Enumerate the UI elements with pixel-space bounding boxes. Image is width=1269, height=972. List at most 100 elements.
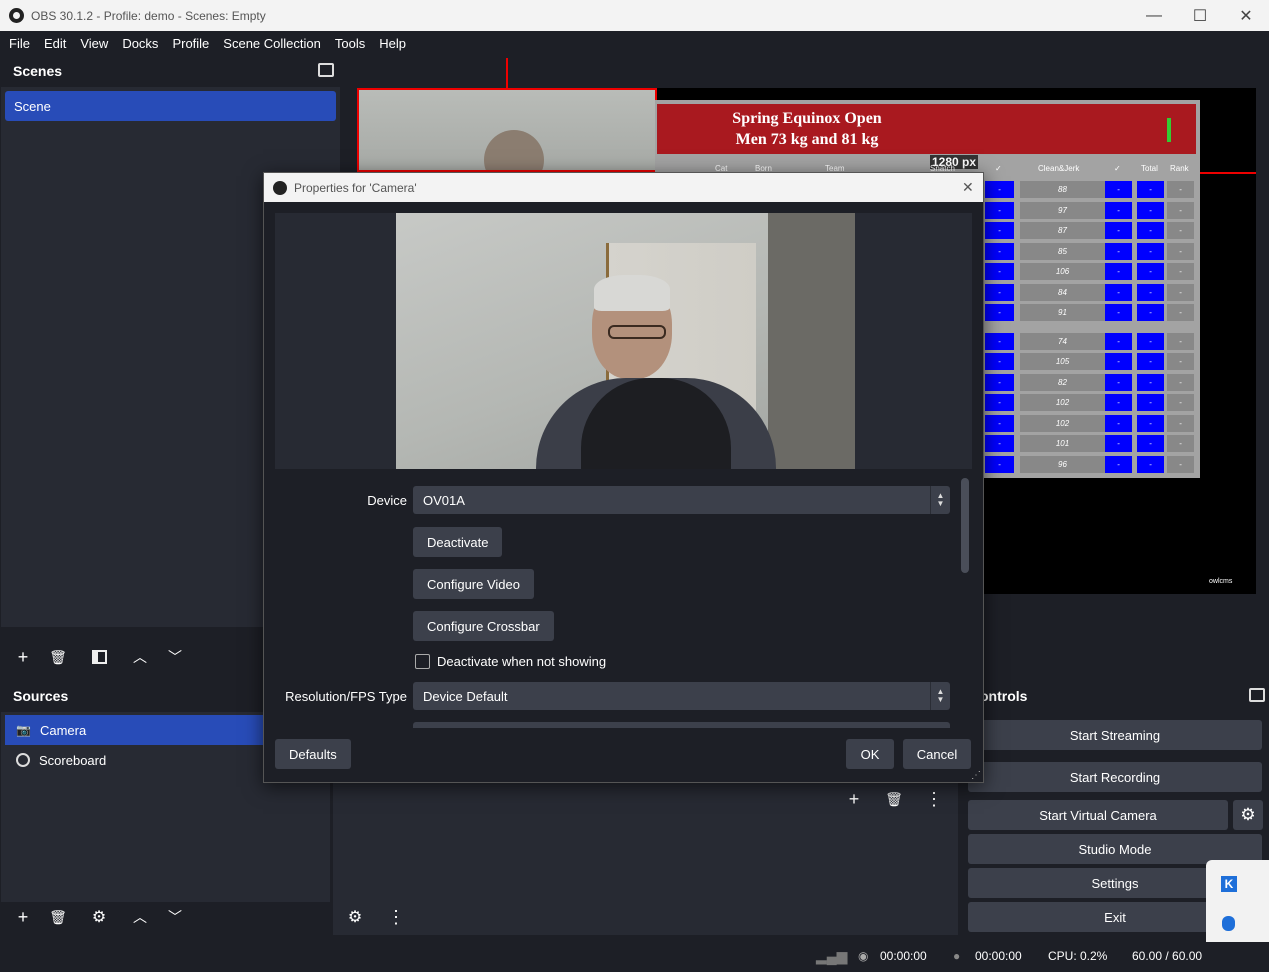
cj-check-cell: - — [1105, 394, 1132, 411]
deactivate-button[interactable]: Deactivate — [413, 527, 503, 557]
hdr-rank: Rank — [1170, 164, 1189, 173]
virtual-camera-settings-button[interactable]: ⚙ — [1233, 800, 1263, 830]
total-cell: - — [1137, 181, 1164, 198]
chevron-down-icon: ﹀ — [168, 909, 182, 925]
menu-tools[interactable]: Tools — [328, 36, 372, 51]
snatch-check-cell: - — [985, 435, 1014, 452]
add-transition-button[interactable]: + — [840, 786, 868, 812]
spin-arrows-icon: ▲ ▼ — [930, 682, 950, 710]
clean-jerk-cell: 102 — [1020, 414, 1105, 432]
cj-check-cell: - — [1105, 201, 1132, 219]
snatch-check-cell: - — [985, 332, 1014, 350]
ok-button[interactable]: OK — [846, 739, 894, 769]
menu-profile[interactable]: Profile — [165, 36, 216, 51]
bluetooth-icon[interactable] — [1222, 916, 1235, 931]
chevron-up-icon: ︿ — [133, 909, 147, 925]
add-scene-button[interactable]: + — [9, 644, 37, 670]
signal-icon: ▂▄▆ — [816, 947, 848, 964]
transition-menu-button[interactable]: ⋮ — [920, 786, 948, 812]
person-hair — [594, 275, 670, 311]
clean-jerk-cell: 84 — [1020, 283, 1105, 301]
configure-crossbar-button[interactable]: Configure Crossbar — [413, 611, 554, 641]
snatch-check-cell: - — [985, 263, 1014, 280]
clean-jerk-cell: 105 — [1020, 353, 1105, 370]
total-cell: - — [1137, 373, 1164, 391]
start-recording-button[interactable]: Start Recording — [968, 762, 1262, 792]
total-cell: - — [1137, 414, 1164, 432]
move-scene-down-button[interactable]: ﹀ — [161, 644, 189, 670]
deactivate-when-not-showing-label: Deactivate when not showing — [437, 654, 607, 669]
gears-icon: ⚙ — [347, 909, 363, 926]
menu-file[interactable]: File — [0, 36, 37, 51]
cj-check-cell: - — [1105, 242, 1132, 260]
minimize-button[interactable]: — — [1131, 0, 1177, 31]
total-cell: - — [1137, 242, 1164, 260]
scene-item[interactable]: Scene — [5, 91, 336, 121]
chevron-up-icon: ︿ — [133, 649, 147, 665]
resolution-value: Device Default — [423, 688, 508, 704]
trash-icon: 🗑 — [885, 790, 903, 807]
resolution-select[interactable]: Device Default ▲ ▼ — [413, 682, 950, 710]
clean-jerk-cell: 91 — [1020, 304, 1105, 321]
start-virtual-camera-button[interactable]: Start Virtual Camera — [968, 800, 1228, 830]
record-time: 00:00:00 — [975, 949, 1022, 963]
gear-icon: ⚙ — [91, 909, 107, 926]
move-source-up-button[interactable]: ︿ — [126, 904, 154, 930]
dialog-close-button[interactable]: ✕ — [962, 179, 974, 196]
menu-docks[interactable]: Docks — [115, 36, 165, 51]
total-cell: - — [1137, 222, 1164, 239]
rank-cell: - — [1167, 222, 1194, 239]
camera-preview-area — [275, 213, 972, 469]
menu-view[interactable]: View — [73, 36, 115, 51]
snatch-check-cell: - — [985, 455, 1014, 473]
move-scene-up-button[interactable]: ︿ — [126, 644, 154, 670]
clean-jerk-cell: 102 — [1020, 394, 1105, 411]
rank-cell: - — [1167, 283, 1194, 301]
snatch-check-cell: - — [985, 394, 1014, 411]
device-select[interactable]: OV01A ▲ ▼ — [413, 486, 950, 514]
stream-status-icon: ◉ — [858, 949, 869, 963]
scoreboard-title-2: Men 73 kg and 81 kg — [735, 131, 879, 148]
menu-help[interactable]: Help — [372, 36, 413, 51]
tray-app-icon[interactable]: K — [1221, 876, 1237, 892]
undock-icon[interactable] — [318, 63, 334, 77]
scoreboard-title-1: Spring Equinox Open — [732, 110, 882, 127]
deactivate-when-not-showing-checkbox[interactable] — [415, 654, 430, 669]
undock-icon[interactable] — [1249, 688, 1265, 702]
properties-scrollbar[interactable] — [961, 478, 969, 573]
add-source-button[interactable]: + — [9, 904, 37, 930]
source-properties-button[interactable]: ⚙ — [85, 904, 113, 930]
move-source-down-button[interactable]: ﹀ — [161, 904, 189, 930]
snatch-check-cell: - — [985, 283, 1014, 301]
resize-grip-icon[interactable]: ⋰ — [971, 770, 981, 781]
defaults-button[interactable]: Defaults — [275, 739, 351, 769]
configure-video-button[interactable]: Configure Video — [413, 569, 534, 599]
dialog-title: Properties for 'Camera' — [294, 180, 417, 195]
remove-transition-button[interactable]: 🗑 — [880, 786, 908, 812]
rank-cell: - — [1167, 394, 1194, 411]
cj-check-cell: - — [1105, 181, 1132, 198]
remove-scene-button[interactable]: 🗑 — [44, 644, 72, 670]
close-window-button[interactable]: ✕ — [1223, 0, 1269, 31]
hdr-check-1: ✓ — [995, 164, 1002, 173]
start-streaming-button[interactable]: Start Streaming — [968, 720, 1262, 750]
scenes-header: Scenes — [13, 63, 63, 79]
menu-scene-collection[interactable]: Scene Collection — [216, 36, 328, 51]
total-cell: - — [1137, 435, 1164, 452]
rank-cell: - — [1167, 181, 1194, 198]
mixer-menu-button[interactable]: ⋮ — [382, 904, 410, 930]
cj-check-cell: - — [1105, 304, 1132, 321]
menu-edit[interactable]: Edit — [37, 36, 73, 51]
mixer-settings-button[interactable]: ⚙ — [341, 904, 369, 930]
maximize-button[interactable]: ☐ — [1177, 0, 1223, 31]
rank-cell: - — [1167, 201, 1194, 219]
hdr-clean-jerk: Clean&Jerk — [1038, 164, 1080, 173]
source-label: Camera — [39, 722, 87, 738]
globe-icon — [16, 753, 30, 767]
total-cell: - — [1137, 455, 1164, 473]
cancel-button[interactable]: Cancel — [903, 739, 971, 769]
remove-source-button[interactable]: 🗑 — [44, 904, 72, 930]
scene-filters-button[interactable] — [85, 644, 113, 670]
snatch-check-cell: - — [985, 242, 1014, 260]
rank-cell: - — [1167, 435, 1194, 452]
